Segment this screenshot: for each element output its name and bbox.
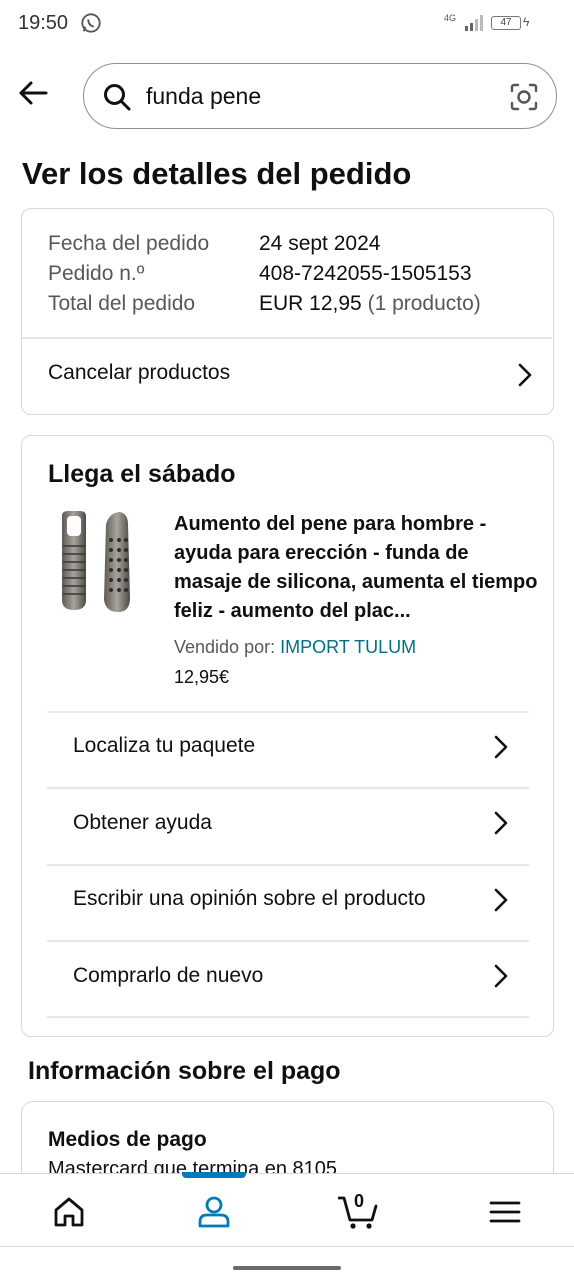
seller-link[interactable]: IMPORT TULUM bbox=[280, 637, 416, 657]
order-number-value: 408-7242055-1505153 bbox=[259, 262, 472, 285]
seller-line: Vendido por: IMPORT TULUM bbox=[174, 637, 416, 658]
order-date-row: Fecha del pedido 24 sept 2024 bbox=[48, 232, 380, 256]
divider bbox=[22, 337, 552, 339]
get-help-label: Obtener ayuda bbox=[73, 811, 212, 834]
track-package-link[interactable]: Localiza tu paquete bbox=[73, 734, 529, 766]
gesture-bar[interactable] bbox=[233, 1266, 341, 1270]
divider bbox=[47, 940, 529, 942]
order-date-label: Fecha del pedido bbox=[48, 232, 210, 255]
active-tab-indicator bbox=[182, 1172, 246, 1178]
menu-icon[interactable] bbox=[487, 1194, 523, 1230]
divider bbox=[47, 711, 529, 713]
product-title[interactable]: Aumento del pene para hombre - ayuda par… bbox=[174, 510, 538, 626]
order-number-row: Pedido n.º 408-7242055-1505153 bbox=[48, 262, 472, 286]
chevron-right-icon bbox=[494, 964, 508, 988]
order-total-amount: EUR 12,95 bbox=[259, 292, 362, 315]
account-icon[interactable] bbox=[196, 1194, 232, 1230]
divider bbox=[47, 787, 529, 789]
home-icon[interactable] bbox=[51, 1194, 87, 1230]
chevron-right-icon bbox=[494, 735, 508, 759]
divider bbox=[47, 864, 529, 866]
write-review-link[interactable]: Escribir una opinión sobre el producto bbox=[73, 887, 529, 919]
sold-by-label: Vendido por: bbox=[174, 637, 276, 657]
delivery-heading: Llega el sábado bbox=[48, 460, 236, 488]
track-package-label: Localiza tu paquete bbox=[73, 734, 256, 757]
page-title: Ver los detalles del pedido bbox=[22, 156, 412, 191]
buy-again-link[interactable]: Comprarlo de nuevo bbox=[73, 964, 529, 996]
battery-icon: 47 bbox=[491, 16, 521, 30]
battery-level: 47 bbox=[500, 17, 512, 28]
chevron-right-icon bbox=[494, 811, 508, 835]
bottom-nav: 0 bbox=[0, 1172, 574, 1247]
network-type: 4G bbox=[444, 13, 457, 23]
chevron-right-icon bbox=[494, 888, 508, 912]
order-total-row: Total del pedido EUR 12,95 (1 producto) bbox=[48, 292, 481, 316]
camera-search-icon[interactable] bbox=[508, 81, 540, 113]
order-total-label: Total del pedido bbox=[48, 292, 196, 315]
order-date-value: 24 sept 2024 bbox=[259, 232, 381, 255]
charging-icon: ϟ bbox=[523, 15, 530, 29]
payment-methods-label: Medios de pago bbox=[48, 1128, 207, 1151]
order-total-count: (1 producto) bbox=[367, 292, 481, 315]
chevron-right-icon bbox=[518, 363, 532, 387]
buy-again-label: Comprarlo de nuevo bbox=[73, 964, 264, 987]
order-number-label: Pedido n.º bbox=[48, 262, 145, 285]
status-bar: 19:50 4G 47 ϟ bbox=[0, 0, 574, 48]
search-input[interactable]: funda pene bbox=[146, 83, 261, 110]
status-time: 19:50 bbox=[18, 12, 69, 34]
signal-icon bbox=[465, 15, 483, 31]
divider bbox=[47, 1016, 529, 1018]
write-review-label: Escribir una opinión sobre el producto bbox=[73, 887, 426, 910]
back-arrow-icon[interactable] bbox=[16, 76, 50, 110]
payment-heading: Información sobre el pago bbox=[28, 1057, 341, 1085]
product-price: 12,95€ bbox=[174, 667, 230, 687]
cart-count-badge: 0 bbox=[354, 1191, 365, 1211]
system-nav-area bbox=[0, 1247, 574, 1280]
search-icon bbox=[104, 84, 131, 111]
search-bar[interactable]: funda pene bbox=[83, 63, 557, 129]
product-image[interactable] bbox=[54, 510, 144, 614]
cancel-products-label: Cancelar productos bbox=[48, 361, 231, 384]
order-total-value: EUR 12,95 (1 producto) bbox=[259, 292, 481, 316]
order-summary-card: Fecha del pedido 24 sept 2024 Pedido n.º… bbox=[21, 208, 554, 415]
cancel-products-link[interactable]: Cancelar productos bbox=[48, 361, 548, 391]
get-help-link[interactable]: Obtener ayuda bbox=[73, 811, 529, 843]
shipment-card: Llega el sábado Aumento del pene para ho… bbox=[21, 435, 554, 1037]
whatsapp-icon bbox=[81, 13, 101, 33]
